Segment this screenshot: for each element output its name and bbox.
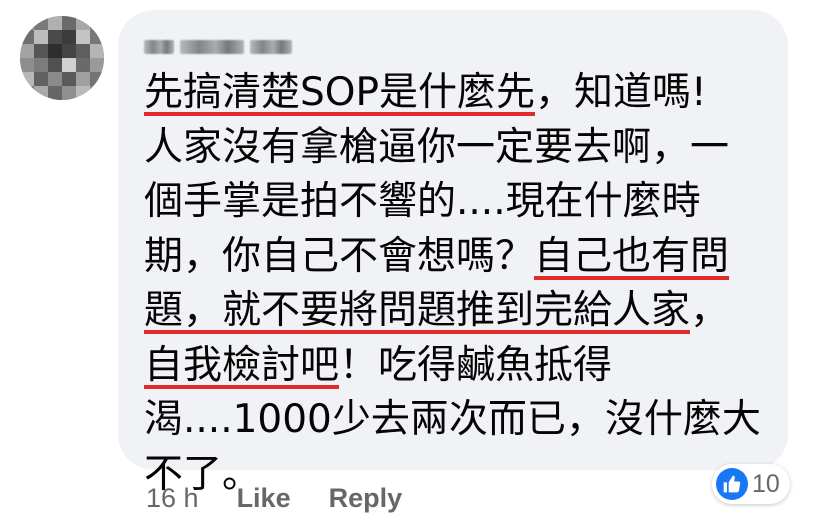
avatar[interactable]	[20, 16, 104, 100]
comment-text-segment: ，知道嗎!	[534, 70, 707, 115]
comment-text-segment: 個手掌是拍不響的....現在什麼時	[144, 179, 701, 224]
comment-text-segment: ！吃得鹹魚抵得	[339, 342, 613, 388]
author-name-blur	[180, 40, 244, 54]
comment-text-segment: 渴....1000少去兩次而已，沒什麼大	[144, 397, 761, 442]
underlined-text: 自我檢討吧	[144, 342, 340, 388]
underlined-text: 自己也有問	[534, 233, 730, 279]
comment-line: 期，你自己不會想嗎？自己也有問	[144, 230, 774, 285]
timestamp-link[interactable]: 16 h	[146, 483, 199, 514]
comment-line: 渴....1000少去兩次而已，沒什麼大	[144, 393, 774, 448]
comment-text-segment: 期，你自己不會想嗎？	[144, 233, 535, 279]
reaction-badge[interactable]: 10	[712, 464, 790, 504]
comment-line: 個手掌是拍不響的....現在什麼時	[144, 175, 774, 230]
like-button[interactable]: Like	[237, 483, 291, 514]
comment-line: 題，就不要將問題推到完給人家，	[144, 284, 774, 339]
underlined-text: 題，就不要將問題推到完給人家	[144, 288, 691, 333]
comment-line: 先搞清楚SOP是什麼先，知道嗎!	[144, 66, 774, 121]
author-name-blur	[144, 40, 174, 54]
author-name-blur	[250, 40, 292, 54]
comment-text: 先搞清楚SOP是什麼先，知道嗎! 人家沒有拿槍逼你一定要去啊，一 個手掌是拍不響的.…	[144, 66, 774, 502]
thumbs-up-icon	[716, 468, 748, 500]
author-name[interactable]	[144, 37, 292, 57]
underlined-text: 先搞清楚SOP是什麼先	[144, 70, 535, 115]
comment-line: 自我檢討吧！吃得鹹魚抵得	[144, 339, 774, 394]
reaction-count: 10	[752, 469, 780, 498]
comment-text-segment: ，	[690, 288, 730, 333]
comment-text-segment: 人家沒有拿槍逼你一定要去啊，一	[144, 124, 730, 170]
comment-line: 人家沒有拿槍逼你一定要去啊，一	[144, 121, 774, 176]
comment-actions: 16 h Like Reply	[146, 480, 440, 516]
reply-button[interactable]: Reply	[329, 483, 403, 514]
